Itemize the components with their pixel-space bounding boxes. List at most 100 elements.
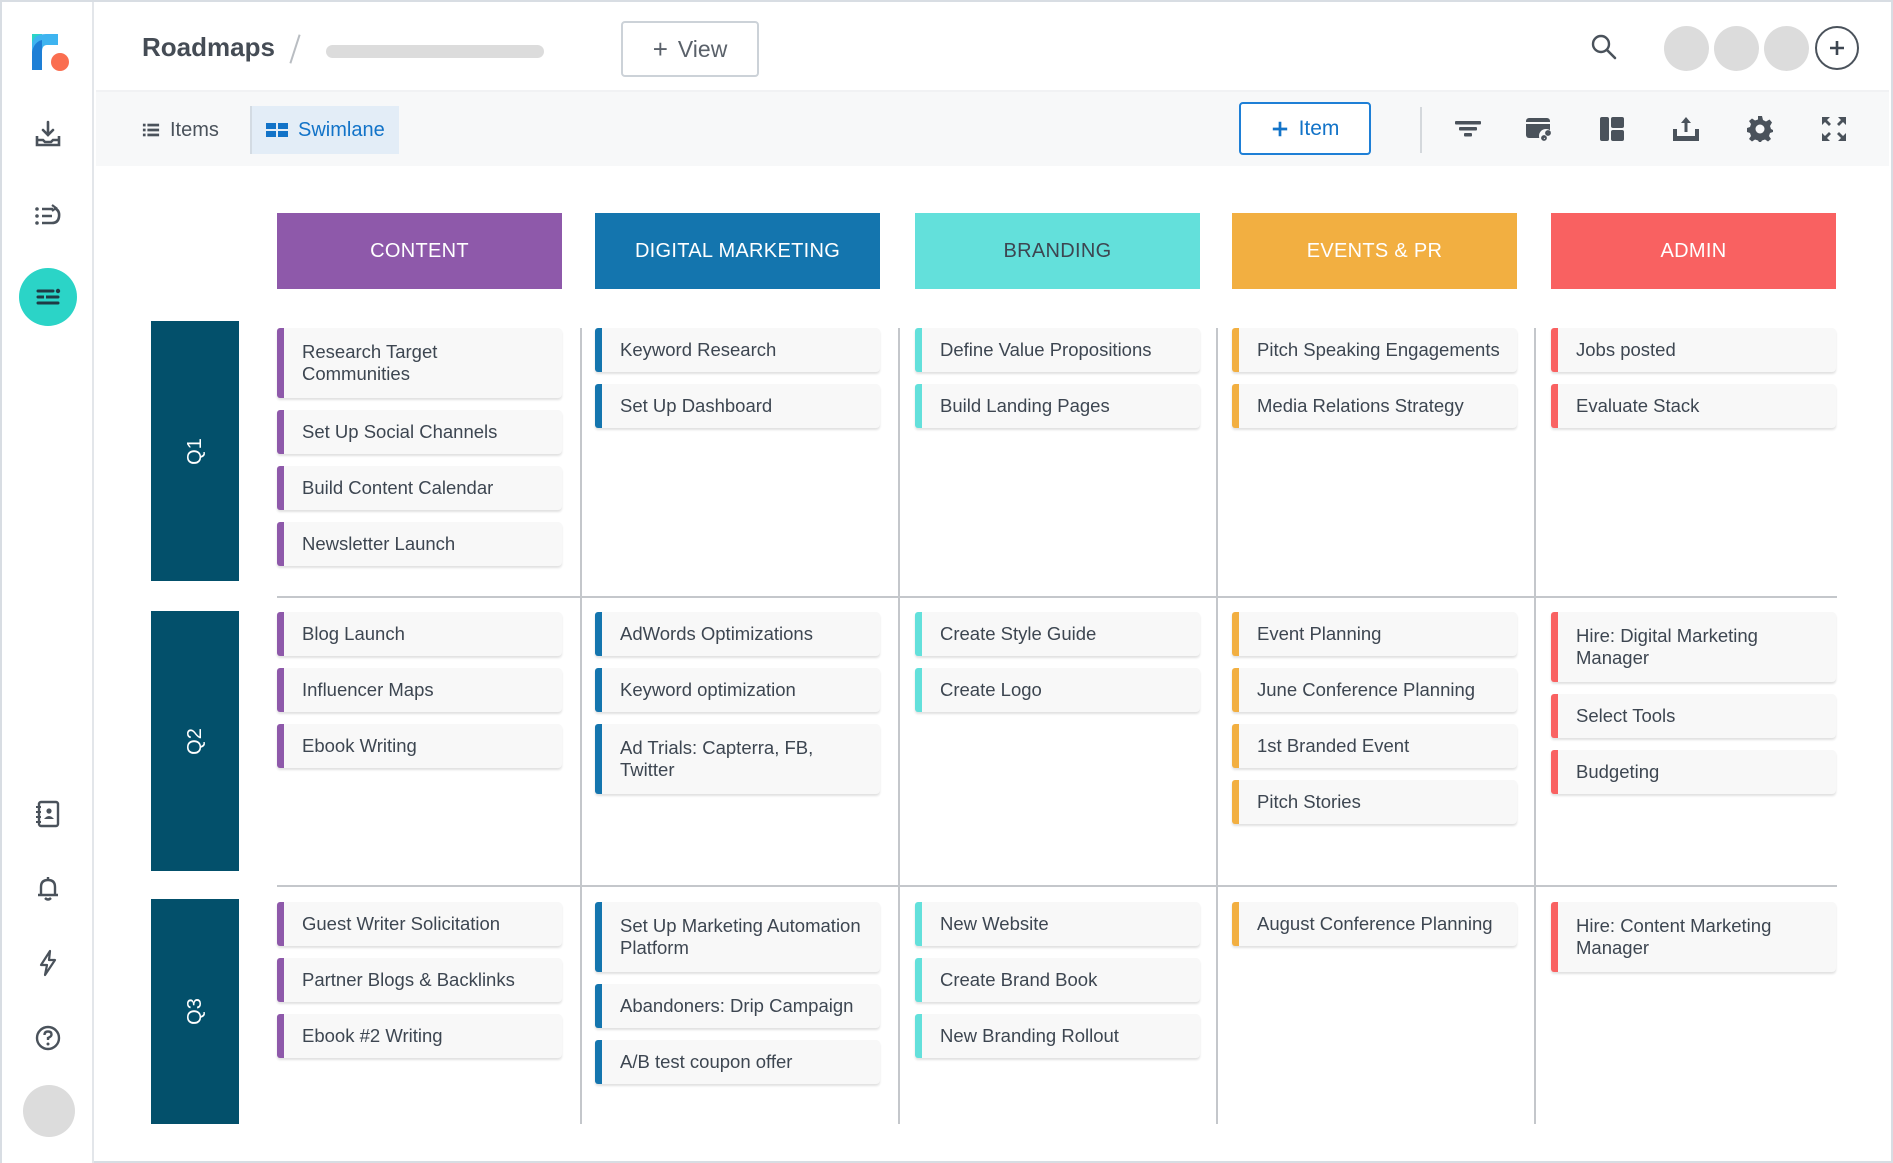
lane-label[interactable]: Q3 (151, 899, 239, 1124)
roadmap-item-card[interactable]: Hire: Digital Marketing Manager (1551, 612, 1836, 682)
item-title: 1st Branded Event (1257, 735, 1410, 756)
item-title: Influencer Maps (302, 679, 434, 700)
roadmap-item-card[interactable]: Newsletter Launch (277, 522, 562, 566)
bell-icon[interactable] (24, 864, 72, 912)
roadmap-item-card[interactable]: Set Up Marketing Automation Platform (595, 902, 880, 972)
item-title: Guest Writer Solicitation (302, 913, 501, 934)
roadmap-item-card[interactable]: Keyword optimization (595, 668, 880, 712)
app-logo[interactable] (30, 32, 72, 72)
tray-download-icon[interactable] (24, 110, 72, 158)
roadmap-item-card[interactable]: Research Target Communities (277, 328, 562, 398)
roadmap-item-card[interactable]: Define Value Propositions (915, 328, 1200, 372)
roadmap-item-card[interactable]: Ebook #2 Writing (277, 1014, 562, 1058)
export-icon[interactable] (1669, 112, 1703, 146)
roadmap-item-card[interactable]: Event Planning (1232, 612, 1517, 656)
roadmap-item-card[interactable]: Evaluate Stack (1551, 384, 1836, 428)
roadmap-item-card[interactable]: A/B test coupon offer (595, 1040, 880, 1084)
column-header[interactable]: DIGITAL MARKETING (595, 213, 880, 289)
member-avatar[interactable] (1664, 26, 1709, 71)
item-title: Blog Launch (302, 623, 405, 644)
member-avatar[interactable] (1764, 26, 1809, 71)
roadmap-item-card[interactable]: Pitch Stories (1232, 780, 1517, 824)
breadcrumb-separator (289, 34, 301, 64)
list-icon (142, 123, 160, 137)
user-avatar[interactable] (23, 1085, 75, 1137)
lane-label[interactable]: Q1 (151, 321, 239, 581)
add-view-button[interactable]: + View (621, 21, 759, 77)
roadmap-item-card[interactable]: Ad Trials: Capterra, FB, Twitter (595, 724, 880, 794)
item-title: Hire: Digital Marketing Manager (1576, 625, 1758, 668)
item-title: Event Planning (1257, 623, 1382, 644)
roadmap-item-card[interactable]: Media Relations Strategy (1232, 384, 1517, 428)
item-title: New Branding Rollout (940, 1025, 1119, 1046)
item-title: Create Logo (940, 679, 1042, 700)
toolbar-divider (1420, 107, 1422, 153)
fullscreen-icon[interactable] (1817, 112, 1851, 146)
item-title: Abandoners: Drip Campaign (620, 995, 854, 1016)
roadmap-item-card[interactable]: August Conference Planning (1232, 902, 1517, 946)
roadmap-item-card[interactable]: June Conference Planning (1232, 668, 1517, 712)
lightning-icon[interactable] (24, 939, 72, 987)
roadmap-item-card[interactable]: Abandoners: Drip Campaign (595, 984, 880, 1028)
roadmap-item-card[interactable]: Create Style Guide (915, 612, 1200, 656)
roadmap-item-card[interactable]: New Branding Rollout (915, 1014, 1200, 1058)
roadmap-item-card[interactable]: Ebook Writing (277, 724, 562, 768)
tab-items[interactable]: Items (128, 106, 233, 154)
filter-icon[interactable] (1451, 112, 1485, 146)
roadmap-item-card[interactable]: Budgeting (1551, 750, 1836, 794)
contacts-book-icon[interactable] (24, 790, 72, 838)
roadmap-lines-icon[interactable] (19, 268, 77, 326)
item-title: Research Target Communities (302, 341, 438, 384)
member-avatar[interactable] (1714, 26, 1759, 71)
item-title: New Website (940, 913, 1049, 934)
roadmap-item-card[interactable]: Partner Blogs & Backlinks (277, 958, 562, 1002)
lane-title: Q3 (183, 998, 206, 1025)
column-header[interactable]: ADMIN (1551, 213, 1836, 289)
roadmap-item-card[interactable]: Build Landing Pages (915, 384, 1200, 428)
item-title: Select Tools (1576, 705, 1676, 726)
item-title: Build Landing Pages (940, 395, 1110, 416)
roadmap-item-card[interactable]: Create Logo (915, 668, 1200, 712)
column-divider (1216, 328, 1218, 1124)
lane-title: Q1 (183, 437, 206, 465)
roadmap-item-card[interactable]: Influencer Maps (277, 668, 562, 712)
roadmap-item-card[interactable]: Set Up Dashboard (595, 384, 880, 428)
column-header[interactable]: EVENTS & PR (1232, 213, 1517, 289)
column-header[interactable]: CONTENT (277, 213, 562, 289)
roadmap-item-card[interactable]: Build Content Calendar (277, 466, 562, 510)
add-item-button[interactable]: Item (1239, 102, 1371, 155)
roadmap-item-card[interactable]: Keyword Research (595, 328, 880, 372)
roadmap-item-card[interactable]: Jobs posted (1551, 328, 1836, 372)
item-title: Evaluate Stack (1576, 395, 1700, 416)
settings-gear-icon[interactable] (1743, 112, 1777, 146)
item-title: Ebook #2 Writing (302, 1025, 443, 1046)
roadmap-item-card[interactable]: Set Up Social Channels (277, 410, 562, 454)
column-header[interactable]: BRANDING (915, 213, 1200, 289)
item-title: A/B test coupon offer (620, 1051, 793, 1072)
roadmap-item-card[interactable]: Select Tools (1551, 694, 1836, 738)
linked-calendar-icon[interactable] (1522, 112, 1556, 146)
roadmap-item-card[interactable]: Pitch Speaking Engagements (1232, 328, 1517, 372)
item-title: Create Brand Book (940, 969, 1098, 990)
column-divider (1534, 328, 1536, 1124)
help-circle-icon[interactable] (24, 1014, 72, 1062)
roadmap-item-card[interactable]: New Website (915, 902, 1200, 946)
breadcrumb-roadmap-name-placeholder[interactable] (326, 45, 544, 58)
item-title: Newsletter Launch (302, 533, 456, 554)
add-member-button[interactable] (1815, 26, 1859, 70)
list-redo-icon[interactable] (24, 192, 72, 240)
tab-swimlane[interactable]: Swimlane (250, 106, 399, 154)
item-title: Keyword Research (620, 339, 777, 360)
search-icon[interactable] (1589, 32, 1619, 62)
roadmap-item-card[interactable]: Hire: Content Marketing Manager (1551, 902, 1836, 972)
roadmap-item-card[interactable]: Create Brand Book (915, 958, 1200, 1002)
roadmap-item-card[interactable]: 1st Branded Event (1232, 724, 1517, 768)
app-window: Roadmaps + View Items Swimlane Item CONT… (0, 0, 1893, 1163)
item-title: Budgeting (1576, 761, 1660, 782)
view-toolbar: Items Swimlane Item (96, 92, 1889, 166)
layout-icon[interactable] (1595, 112, 1629, 146)
roadmap-item-card[interactable]: Guest Writer Solicitation (277, 902, 562, 946)
roadmap-item-card[interactable]: Blog Launch (277, 612, 562, 656)
lane-label[interactable]: Q2 (151, 611, 239, 871)
roadmap-item-card[interactable]: AdWords Optimizations (595, 612, 880, 656)
